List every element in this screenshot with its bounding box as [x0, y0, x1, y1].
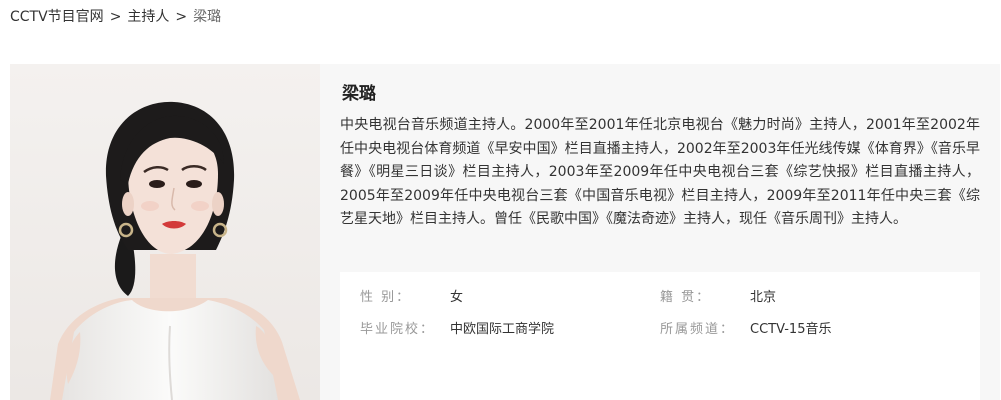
channel-value: CCTV-15音乐 — [750, 322, 832, 337]
host-bio: 中央电视台音乐频道主持人。2000年至2001年任北京电视台《魅力时尚》主持人，… — [340, 117, 980, 227]
gender-label: 性 别： — [360, 290, 412, 305]
breadcrumb-link-cctv-home[interactable]: CCTV节目官网 — [10, 6, 104, 28]
breadcrumb-link-hosts[interactable]: 主持人 — [127, 6, 169, 28]
details-row: 性 别： 女 籍 贯： 北京 — [340, 286, 980, 310]
details-row: 毕业院校： 中欧国际工商学院 所属频道： CCTV-15音乐 — [340, 318, 980, 342]
breadcrumb-current: 梁璐 — [193, 9, 222, 25]
host-info: 梁璐 中央电视台音乐频道主持人。2000年至2001年任北京电视台《魅力时尚》主… — [340, 64, 990, 400]
hometown-label: 籍 贯： — [660, 290, 712, 305]
host-details-panel: 性 别： 女 籍 贯： 北京 毕业院校： 中欧国际工商学院 所属频道： CCTV… — [340, 272, 980, 400]
school-label: 毕业院校： — [360, 322, 436, 337]
host-profile-card: 梁璐 中央电视台音乐频道主持人。2000年至2001年任北京电视台《魅力时尚》主… — [10, 64, 1000, 400]
gender-value: 女 — [450, 290, 464, 305]
breadcrumb: CCTV节目官网 > 主持人 > 梁璐 — [10, 6, 221, 28]
breadcrumb-separator: > — [109, 9, 122, 25]
hometown-value: 北京 — [750, 290, 777, 305]
host-name: 梁璐 — [342, 84, 376, 104]
school-value: 中欧国际工商学院 — [450, 322, 555, 337]
breadcrumb-separator: > — [175, 9, 188, 25]
channel-label: 所属频道： — [660, 322, 736, 337]
host-photo — [10, 64, 320, 400]
